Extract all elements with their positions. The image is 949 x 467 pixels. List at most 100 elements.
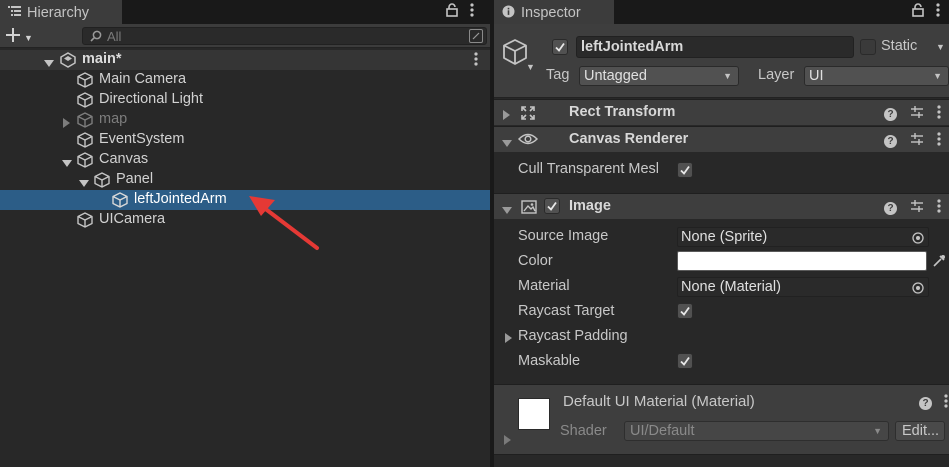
- info-icon: [502, 5, 515, 22]
- component-tools: ?: [884, 132, 941, 150]
- annotation-arrow-icon: [245, 192, 325, 258]
- tree-item-label: leftJointedArm: [134, 191, 227, 207]
- gameobject-icon: [77, 132, 93, 152]
- chevron-down-icon: ▼: [24, 32, 33, 43]
- cull-transparent-checkbox[interactable]: [677, 162, 693, 178]
- chevron-down-icon[interactable]: ▼: [526, 62, 535, 72]
- material-preview: Default UI Material (Material) ? Shader …: [494, 384, 949, 454]
- material-tools: ?: [919, 394, 948, 412]
- tab-hierarchy[interactable]: Hierarchy: [0, 0, 122, 24]
- gameobject-large-icon[interactable]: [502, 38, 528, 70]
- gameobject-icon: [77, 152, 93, 172]
- tab-hierarchy-label: Hierarchy: [27, 5, 90, 21]
- unity-scene-icon: [60, 52, 76, 72]
- tree-item[interactable]: Main Camera: [0, 70, 490, 90]
- image-component-icon: [520, 199, 538, 219]
- lock-icon[interactable]: [446, 3, 458, 20]
- raycast-target-label: Raycast Target: [518, 303, 615, 319]
- material-field[interactable]: None (Material): [677, 277, 929, 297]
- object-header: ▼ leftJointedArm Static ▼ Tag Untagged ▼…: [494, 24, 949, 98]
- gameobject-icon: [77, 112, 93, 132]
- rect-transform-icon: [520, 105, 536, 125]
- kebab-menu-icon[interactable]: [936, 3, 940, 20]
- raycast-padding-label[interactable]: Raycast Padding: [518, 328, 628, 344]
- material-label: Material: [518, 278, 570, 294]
- list-icon: [8, 5, 21, 21]
- shader-dropdown[interactable]: UI/Default ▼: [624, 421, 889, 441]
- layer-value: UI: [809, 68, 824, 84]
- shader-label: Shader: [560, 423, 607, 439]
- gameobject-icon: [77, 92, 93, 112]
- search-picker-icon[interactable]: [469, 29, 483, 43]
- edit-shader-button[interactable]: Edit...: [895, 421, 945, 441]
- preset-icon[interactable]: [910, 132, 924, 150]
- component-title: Rect Transform: [569, 104, 676, 120]
- object-picker-icon[interactable]: [912, 231, 924, 249]
- tree-item-label: UICamera: [99, 211, 166, 227]
- expand-arrow-icon[interactable]: [503, 108, 511, 124]
- scene-kebab-menu-icon[interactable]: [474, 52, 478, 70]
- eye-icon: [517, 132, 539, 150]
- help-icon[interactable]: ?: [884, 134, 897, 148]
- source-image-value: None (Sprite): [681, 229, 768, 245]
- tree-item[interactable]: Directional Light: [0, 90, 490, 110]
- search-icon: [89, 29, 103, 43]
- tab-inspector[interactable]: Inspector: [494, 0, 614, 24]
- expand-arrow-icon[interactable]: [502, 203, 512, 219]
- component-rect-transform[interactable]: Rect Transform ?: [494, 99, 949, 125]
- chevron-down-icon: ▼: [933, 71, 942, 81]
- create-button[interactable]: ▼: [6, 24, 33, 48]
- kebab-menu-icon[interactable]: [937, 132, 941, 150]
- component-title: Canvas Renderer: [569, 131, 689, 147]
- object-picker-icon[interactable]: [912, 281, 924, 299]
- inspector-tab-tools: [912, 3, 940, 20]
- expand-arrow-icon[interactable]: [505, 331, 513, 347]
- static-checkbox[interactable]: [860, 39, 876, 55]
- lock-icon[interactable]: [912, 3, 924, 20]
- object-name-field[interactable]: leftJointedArm: [576, 36, 854, 58]
- kebab-menu-icon[interactable]: [944, 394, 948, 412]
- kebab-menu-icon[interactable]: [937, 105, 941, 123]
- preset-icon[interactable]: [910, 105, 924, 123]
- active-checkbox[interactable]: [552, 39, 568, 55]
- scene-row[interactable]: main*: [0, 50, 490, 70]
- inspector-bottom-strip: [494, 454, 949, 467]
- help-icon[interactable]: ?: [919, 396, 932, 410]
- source-image-label: Source Image: [518, 228, 609, 244]
- eyedropper-icon[interactable]: [932, 254, 946, 272]
- kebab-menu-icon[interactable]: [470, 3, 474, 20]
- tag-label: Tag: [546, 67, 570, 83]
- tag-value: Untagged: [584, 68, 647, 84]
- tree-item[interactable]: map: [0, 110, 490, 130]
- help-icon[interactable]: ?: [884, 201, 897, 215]
- search-input[interactable]: [103, 28, 463, 44]
- raycast-target-checkbox[interactable]: [677, 303, 693, 319]
- tree-item[interactable]: Canvas: [0, 150, 490, 170]
- cull-transparent-label: Cull Transparent Mesl: [518, 161, 660, 177]
- kebab-menu-icon[interactable]: [937, 199, 941, 217]
- inspector-tabbar: Inspector: [494, 0, 949, 24]
- tree-item-label: Directional Light: [99, 91, 203, 107]
- color-field[interactable]: [677, 251, 927, 271]
- source-image-field[interactable]: None (Sprite): [677, 227, 929, 247]
- component-canvas-renderer[interactable]: Canvas Renderer ?: [494, 126, 949, 152]
- color-label: Color: [518, 253, 553, 269]
- help-icon[interactable]: ?: [884, 107, 897, 121]
- component-title: Image: [569, 198, 611, 214]
- tree-item-label: Panel: [116, 171, 154, 187]
- maskable-checkbox[interactable]: [677, 353, 693, 369]
- tree-item-label: Canvas: [99, 151, 149, 167]
- tag-dropdown[interactable]: Untagged ▼: [579, 66, 739, 86]
- hierarchy-search[interactable]: [82, 27, 487, 45]
- layer-dropdown[interactable]: UI ▼: [804, 66, 949, 86]
- tree-item[interactable]: Panel: [0, 170, 490, 190]
- tree-item[interactable]: EventSystem: [0, 130, 490, 150]
- hierarchy-panel: Hierarchy ▼ All main* Main Camera Direct…: [0, 0, 490, 467]
- image-enabled-checkbox[interactable]: [544, 198, 560, 214]
- static-dropdown-icon[interactable]: ▼: [936, 42, 945, 52]
- preset-icon[interactable]: [910, 199, 924, 217]
- expand-arrow-icon[interactable]: [504, 433, 512, 449]
- material-swatch: [518, 398, 550, 430]
- component-image[interactable]: Image ?: [494, 193, 949, 219]
- expand-arrow-icon[interactable]: [502, 136, 512, 152]
